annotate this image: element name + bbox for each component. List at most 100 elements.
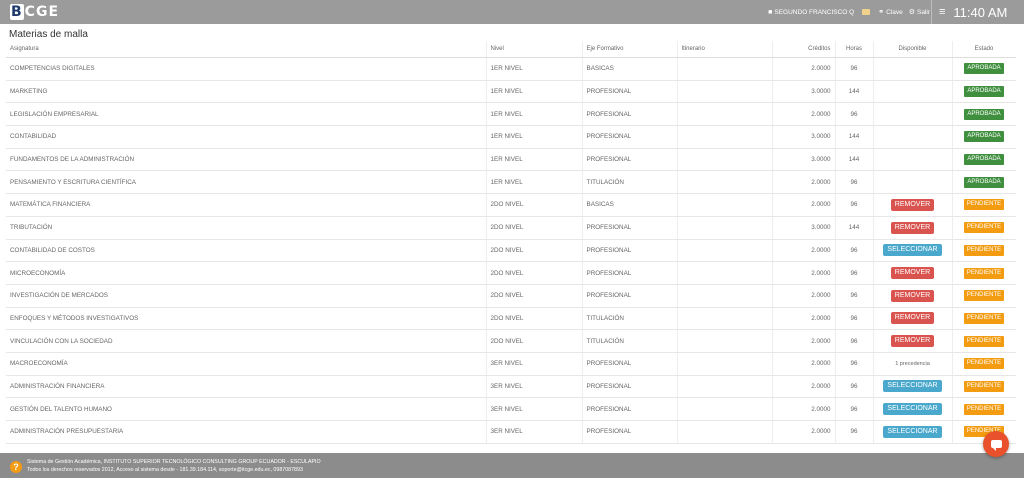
header-nivel[interactable]: Nivel xyxy=(486,41,583,58)
cell-creditos: 2.0000 xyxy=(772,170,836,195)
cell-asignatura: PENSAMIENTO Y ESCRITURA CIENTÍFICA xyxy=(6,170,487,195)
seleccionar-button[interactable]: SELECCIONAR xyxy=(883,380,942,393)
salir-label: Salir xyxy=(916,8,930,16)
status-badge: PENDIENTE xyxy=(963,358,1005,370)
cell-eje-formativo: TITULACIÓN xyxy=(582,307,678,331)
remover-button[interactable]: REMOVER xyxy=(890,289,935,302)
user-menu[interactable]: ■ SEGUNDO FRANCISCO Q xyxy=(768,9,854,16)
cell-itinerario xyxy=(677,261,773,285)
cell-creditos: 2.0000 xyxy=(772,420,836,444)
cell-estado: APROBADA xyxy=(952,102,1016,127)
user-icon: ■ xyxy=(768,8,773,16)
cell-itinerario xyxy=(677,284,773,308)
remover-button[interactable]: REMOVER xyxy=(890,267,935,280)
cell-disponible xyxy=(873,125,953,149)
cell-itinerario xyxy=(677,80,773,104)
cell-disponible: 1 precedencia xyxy=(873,352,953,376)
cell-estado: PENDIENTE xyxy=(952,307,1016,331)
cell-horas: 96 xyxy=(835,307,874,331)
seleccionar-button[interactable]: SELECCIONAR xyxy=(883,403,942,416)
table-row: PENSAMIENTO Y ESCRITURA CIENTÍFICA 1ER NI… xyxy=(6,170,1016,195)
cell-eje-formativo: TITULACIÓN xyxy=(582,170,678,195)
header-estado[interactable]: Estado xyxy=(952,41,1016,58)
menu-icon[interactable]: ≡ xyxy=(939,6,945,18)
clock-area: ≡ 11:40 AM xyxy=(931,0,1024,24)
cell-eje-formativo: PROFESIONAL xyxy=(582,102,678,127)
seleccionar-button[interactable]: SELECCIONAR xyxy=(883,244,942,257)
cell-itinerario xyxy=(677,239,773,263)
app-logo[interactable]: B CGE xyxy=(10,4,59,20)
mail-icon[interactable] xyxy=(862,9,871,15)
header-eje-formativo[interactable]: Eje Formativo xyxy=(582,41,678,58)
cell-asignatura: TRIBUTACIÓN xyxy=(6,216,487,240)
remover-button[interactable]: REMOVER xyxy=(890,198,935,211)
cell-creditos: 3.0000 xyxy=(772,80,836,104)
cell-itinerario xyxy=(677,397,773,421)
curriculum-table: Asignatura Nivel Eje Formativo Itinerari… xyxy=(6,41,1016,444)
cell-horas: 96 xyxy=(835,284,874,308)
status-badge: PENDIENTE xyxy=(963,380,1005,392)
cell-itinerario xyxy=(677,170,773,195)
cell-eje-formativo: PROFESIONAL xyxy=(582,148,678,172)
header-itinerario[interactable]: Itinerario xyxy=(677,41,773,58)
table-header-row: Asignatura Nivel Eje Formativo Itinerari… xyxy=(6,41,1016,58)
cell-creditos: 3.0000 xyxy=(772,125,836,149)
header-disponible[interactable]: Disponible xyxy=(873,41,953,58)
cell-asignatura: COMPETENCIAS DIGITALES xyxy=(6,57,487,81)
remover-button[interactable]: REMOVER xyxy=(890,312,935,325)
status-badge: APROBADA xyxy=(964,154,1004,166)
cell-nivel: 1ER NIVEL xyxy=(486,148,583,172)
cell-creditos: 2.0000 xyxy=(772,102,836,127)
cell-estado: PENDIENTE xyxy=(952,375,1016,399)
cell-nivel: 3ER NIVEL xyxy=(486,420,583,444)
cell-horas: 144 xyxy=(835,80,874,104)
chat-icon xyxy=(990,440,1002,451)
cell-nivel: 3ER NIVEL xyxy=(486,352,583,376)
cell-asignatura: FUNDAMENTOS DE LA ADMINISTRACIÓN xyxy=(6,148,487,172)
salir-link[interactable]: ⚙ Salir xyxy=(908,8,930,17)
cell-itinerario xyxy=(677,125,773,149)
footer: ? Sistema de Gestión Académica, INSTITUT… xyxy=(0,453,1024,478)
cell-asignatura: INVESTIGACIÓN DE MERCADOS xyxy=(6,284,487,308)
logo-letter: B xyxy=(10,4,24,20)
cell-nivel: 2DO NIVEL xyxy=(486,239,583,263)
cell-asignatura: LEGISLACIÓN EMPRESARIAL xyxy=(6,102,487,127)
precedence-text: 1 precedencia xyxy=(895,361,930,368)
header-horas[interactable]: Horas xyxy=(835,41,874,58)
chat-button[interactable] xyxy=(983,431,1009,457)
header-asignatura[interactable]: Asignatura xyxy=(6,41,487,58)
help-icon[interactable]: ? xyxy=(10,461,22,473)
cell-horas: 96 xyxy=(835,420,874,444)
clock-time: 11:40 AM xyxy=(953,4,1008,20)
cell-horas: 144 xyxy=(835,216,874,240)
header-creditos[interactable]: Créditos xyxy=(772,41,836,58)
footer-rights: Todos los derechos reservados 2012, Acce… xyxy=(27,467,303,473)
cell-eje-formativo: TITULACIÓN xyxy=(582,329,678,353)
cell-itinerario xyxy=(677,193,773,217)
cell-itinerario xyxy=(677,216,773,240)
gear-icon: ⚙ xyxy=(908,9,915,16)
table-row: GESTIÓN DEL TALENTO HUMANO 3ER NIVEL PROFE… xyxy=(6,397,1016,421)
cell-asignatura: ENFOQUES Y MÉTODOS INVESTIGATIVOS xyxy=(6,307,487,331)
cell-disponible: SELECCIONAR xyxy=(873,239,953,263)
cell-asignatura: MICROECONOMÍA xyxy=(6,261,487,285)
clave-label: Clave xyxy=(886,8,903,16)
remover-button[interactable]: REMOVER xyxy=(890,221,935,234)
clave-link[interactable]: ⚭ Clave xyxy=(878,8,903,17)
cell-eje-formativo: BASICAS xyxy=(582,193,678,217)
table-row: ENFOQUES Y MÉTODOS INVESTIGATIVOS 2DO NIV… xyxy=(6,307,1016,331)
remover-button[interactable]: REMOVER xyxy=(890,335,935,348)
cell-nivel: 2DO NIVEL xyxy=(486,261,583,285)
cell-creditos: 2.0000 xyxy=(772,397,836,421)
cell-estado: APROBADA xyxy=(952,57,1016,81)
cell-horas: 96 xyxy=(835,352,874,376)
cell-asignatura: GESTIÓN DEL TALENTO HUMANO xyxy=(6,397,487,421)
cell-horas: 96 xyxy=(835,57,874,81)
cell-horas: 96 xyxy=(835,375,874,399)
top-bar: B CGE ■ SEGUNDO FRANCISCO Q ⚭ Clave ⚙ Sal… xyxy=(0,0,1024,24)
seleccionar-button[interactable]: SELECCIONAR xyxy=(883,425,942,438)
cell-disponible: REMOVER xyxy=(873,284,953,308)
cell-disponible xyxy=(873,148,953,172)
curriculum-table-wrapper: Asignatura Nivel Eje Formativo Itinerari… xyxy=(6,41,1016,453)
cell-nivel: 3ER NIVEL xyxy=(486,397,583,421)
